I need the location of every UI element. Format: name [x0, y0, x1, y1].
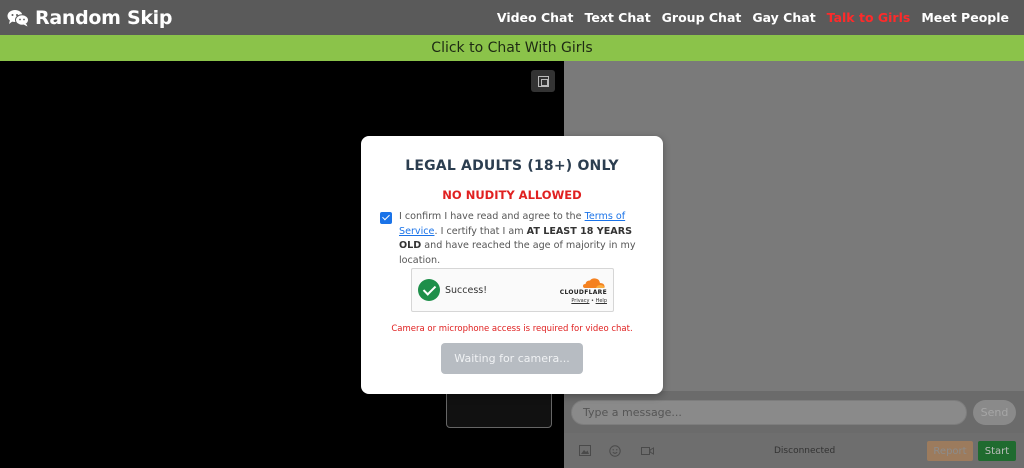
- turnstile-links: Privacy • Help: [571, 298, 607, 304]
- start-button[interactable]: Start: [978, 441, 1016, 461]
- image-icon[interactable]: [578, 444, 592, 457]
- emoji-icon[interactable]: [608, 444, 622, 457]
- nav-group-chat[interactable]: Group Chat: [662, 10, 742, 25]
- links-separator: •: [591, 298, 594, 304]
- picture-in-picture-button[interactable]: [531, 70, 555, 92]
- privacy-link[interactable]: Privacy: [571, 298, 589, 304]
- camera-warning: Camera or microphone access is required …: [391, 324, 633, 334]
- nudity-warning: NO NUDITY ALLOWED: [442, 188, 582, 202]
- banner-text: Click to Chat With Girls: [431, 40, 593, 56]
- consent-suffix: and have reached the age of majority in …: [399, 240, 636, 266]
- pip-icon: [537, 75, 549, 87]
- nav-talk-to-girls[interactable]: Talk to Girls: [827, 10, 911, 25]
- nav-video-chat[interactable]: Video Chat: [497, 10, 574, 25]
- waiting-for-camera-button[interactable]: Waiting for camera...: [441, 343, 583, 374]
- main-nav: Video Chat Text Chat Group Chat Gay Chat…: [497, 0, 1009, 35]
- modal-title: LEGAL ADULTS (18+) ONLY: [405, 158, 619, 174]
- report-button[interactable]: Report: [927, 441, 973, 461]
- consent-text: I confirm I have read and agree to the T…: [399, 210, 645, 268]
- top-header: Random Skip Video Chat Text Chat Group C…: [0, 0, 1024, 35]
- nav-meet-people[interactable]: Meet People: [921, 10, 1009, 25]
- consent-row: I confirm I have read and agree to the T…: [380, 210, 645, 268]
- nav-gay-chat[interactable]: Gay Chat: [752, 10, 815, 25]
- success-check-icon: [418, 279, 440, 301]
- send-button[interactable]: Send: [973, 400, 1016, 425]
- age-verification-modal: LEGAL ADULTS (18+) ONLY NO NUDITY ALLOWE…: [361, 136, 663, 394]
- message-input[interactable]: Type a message...: [571, 400, 967, 425]
- turnstile-status: Success!: [445, 285, 488, 296]
- chat-bubbles-icon: [7, 9, 29, 27]
- cloudflare-turnstile[interactable]: Success! CLOUDFLARE Privacy • Help: [411, 268, 614, 312]
- nav-text-chat[interactable]: Text Chat: [584, 10, 650, 25]
- help-link[interactable]: Help: [596, 298, 607, 304]
- logo-text: Random Skip: [35, 6, 173, 29]
- connection-status: Disconnected: [774, 446, 836, 456]
- consent-prefix: I confirm I have read and agree to the: [399, 211, 582, 222]
- cloudflare-cloud-icon: [582, 276, 606, 288]
- promo-banner[interactable]: Click to Chat With Girls: [0, 35, 1024, 61]
- consent-mid: . I certify that I am: [434, 225, 524, 237]
- video-camera-icon[interactable]: [640, 444, 654, 457]
- logo[interactable]: Random Skip: [7, 7, 172, 29]
- cloudflare-brand: CLOUDFLARE: [559, 289, 607, 296]
- consent-checkbox[interactable]: [380, 212, 392, 224]
